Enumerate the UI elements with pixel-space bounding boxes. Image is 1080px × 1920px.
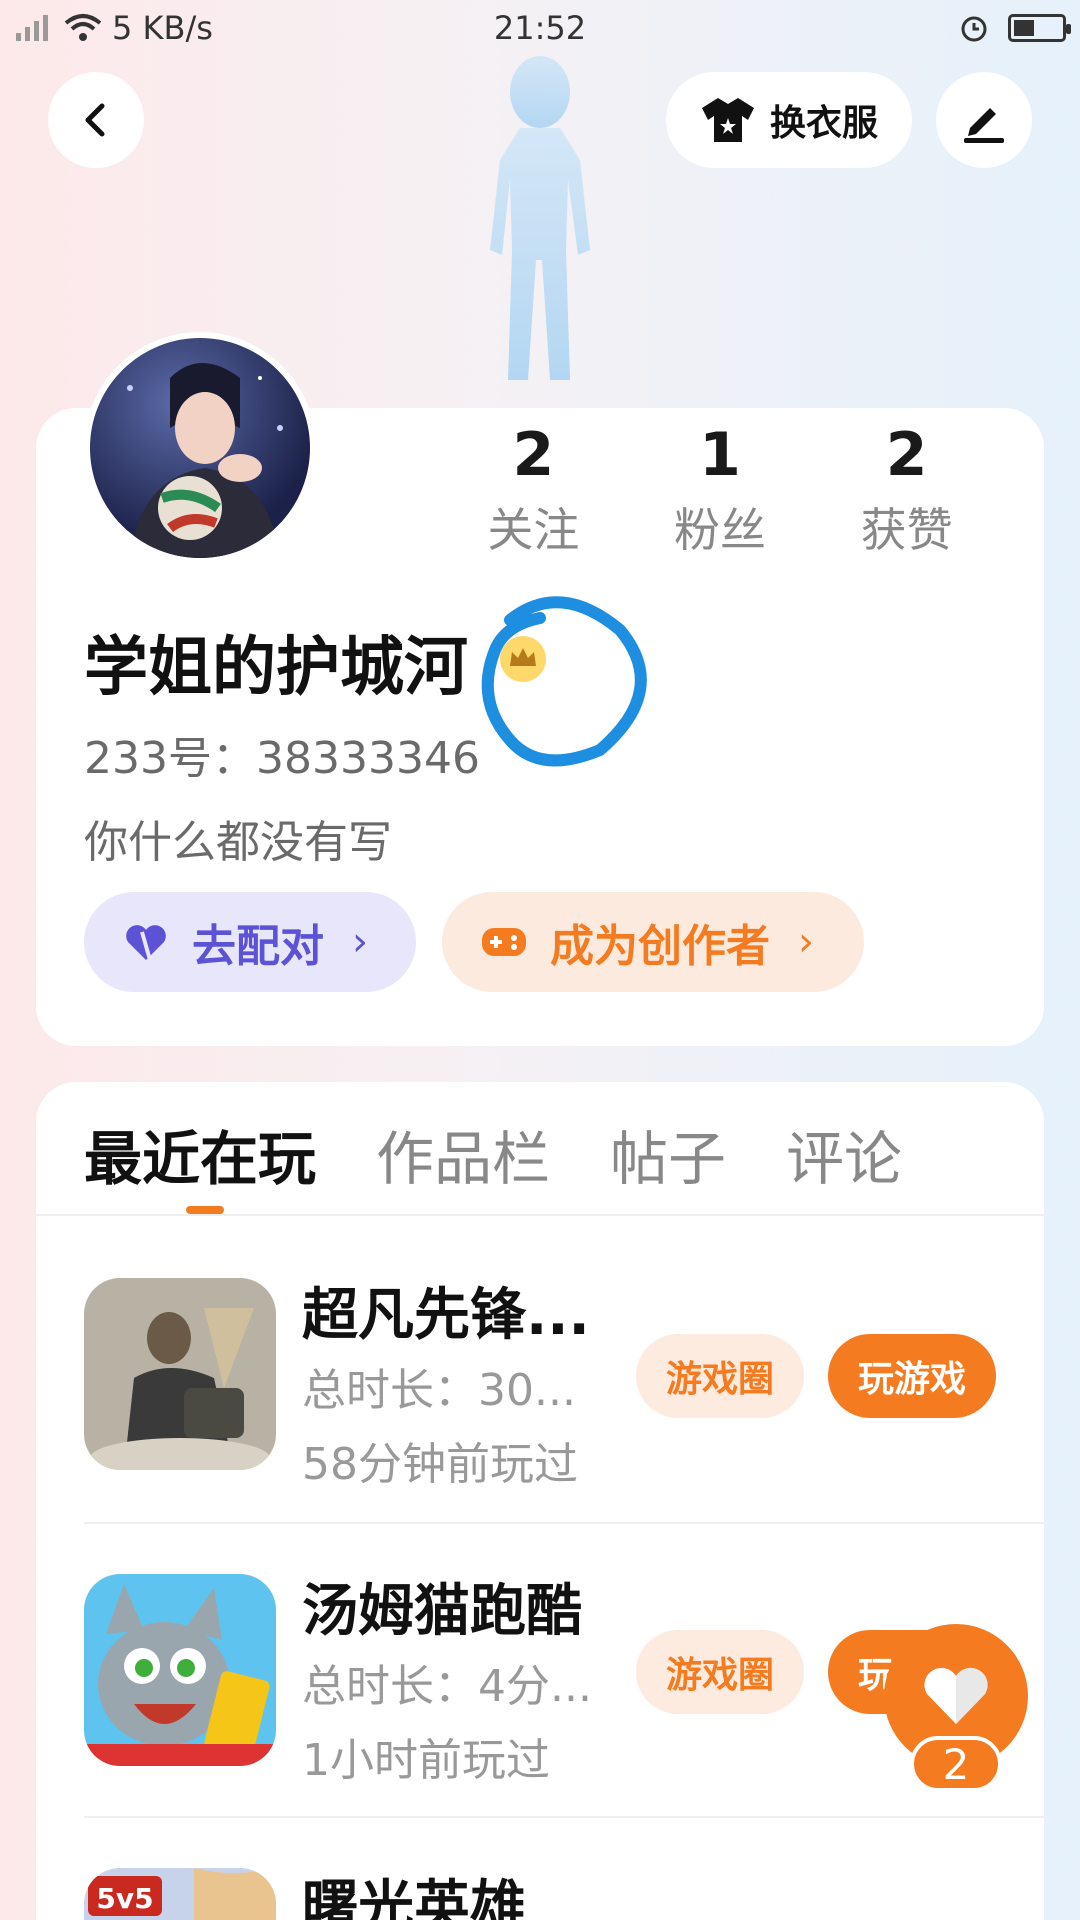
pen-icon bbox=[964, 108, 1004, 143]
stat-label: 获赞 bbox=[860, 503, 953, 557]
stat-followers[interactable]: 1 粉丝 bbox=[627, 418, 814, 560]
divider bbox=[84, 1816, 1044, 1818]
creator-label: 成为创作者 bbox=[550, 921, 770, 972]
game-duration: 总时长：30... bbox=[302, 1365, 576, 1416]
tab-comments[interactable]: 评论 bbox=[786, 1112, 902, 1196]
chevron-left-icon bbox=[85, 103, 105, 137]
crown-badge-icon[interactable] bbox=[500, 636, 546, 682]
match-button[interactable]: 去配对 › bbox=[84, 892, 416, 992]
avatar[interactable] bbox=[84, 332, 316, 564]
tshirt-icon bbox=[701, 98, 754, 142]
alarm-icon bbox=[961, 16, 987, 42]
game-artwork bbox=[84, 1278, 276, 1470]
heart-match-icon bbox=[126, 925, 166, 961]
change-outfit-label: 换衣服 bbox=[769, 103, 878, 144]
game-icon bbox=[84, 1574, 276, 1766]
divider bbox=[36, 1214, 1044, 1216]
stat-value: 1 bbox=[699, 420, 741, 490]
tab-recently-played[interactable]: 最近在玩 bbox=[84, 1112, 316, 1196]
game-artwork: 5v5 bbox=[84, 1868, 276, 1920]
game-circle-button[interactable]: 游戏圈 bbox=[636, 1334, 804, 1418]
status-bar: 5 KB/s 21:52 bbox=[0, 0, 1080, 56]
game-icon bbox=[84, 1278, 276, 1470]
game-last-played: 1小时前玩过 bbox=[302, 1735, 550, 1786]
network-speed: 5 KB/s bbox=[112, 9, 213, 47]
tab-posts[interactable]: 帖子 bbox=[610, 1112, 726, 1196]
change-outfit-button[interactable]: 换衣服 bbox=[666, 72, 912, 168]
avatar-illustration bbox=[127, 363, 283, 558]
game-row[interactable]: 超凡先锋... 总时长：30... 58分钟前玩过 游戏圈 玩游戏 bbox=[84, 1278, 1044, 1518]
game-icon-badge: 5v5 bbox=[96, 1882, 153, 1915]
play-game-button[interactable]: 玩游戏 bbox=[828, 1334, 996, 1418]
battery-icon bbox=[1008, 14, 1071, 42]
crown-icon bbox=[510, 648, 536, 666]
match-label: 去配对 bbox=[192, 921, 324, 972]
game-circle-button[interactable]: 游戏圈 bbox=[636, 1630, 804, 1714]
game-icon: 5v5 bbox=[84, 1868, 276, 1920]
username: 学姐的护城河 bbox=[84, 631, 468, 705]
profile-stats: 2 关注 1 粉丝 2 获赞 bbox=[440, 418, 1000, 560]
become-creator-button[interactable]: 成为创作者 › bbox=[442, 892, 864, 992]
tab-works[interactable]: 作品栏 bbox=[376, 1112, 550, 1196]
game-last-played: 58分钟前玩过 bbox=[302, 1439, 578, 1490]
edit-profile-button[interactable] bbox=[936, 72, 1032, 168]
stat-following[interactable]: 2 关注 bbox=[440, 418, 627, 560]
stat-label: 粉丝 bbox=[674, 503, 766, 557]
stat-label: 关注 bbox=[487, 503, 580, 557]
character-avatar-hologram[interactable] bbox=[430, 50, 650, 410]
stat-value: 2 bbox=[885, 420, 928, 490]
like-count-badge: 2 bbox=[910, 1736, 1002, 1792]
game-artwork bbox=[84, 1574, 276, 1766]
stat-likes[interactable]: 2 获赞 bbox=[813, 418, 1000, 560]
game-title: 汤姆猫跑酷 bbox=[302, 1579, 582, 1644]
signal-icon bbox=[16, 15, 48, 41]
game-row[interactable]: 5v5 曙光英雄 bbox=[84, 1868, 1044, 1920]
game-duration: 总时长：4分... bbox=[302, 1661, 592, 1712]
gamepad-icon bbox=[482, 928, 526, 956]
chevron-right-icon: › bbox=[352, 919, 368, 965]
back-button[interactable] bbox=[48, 72, 144, 168]
chevron-right-icon: › bbox=[798, 919, 814, 965]
bio: 你什么都没有写 bbox=[84, 817, 392, 868]
profile-tabs: 最近在玩 作品栏 帖子 评论 bbox=[84, 1112, 902, 1196]
wifi-icon bbox=[64, 14, 102, 41]
stat-value: 2 bbox=[512, 420, 555, 490]
divider bbox=[84, 1522, 1044, 1524]
heart-icon bbox=[924, 1667, 988, 1724]
game-title: 曙光英雄 bbox=[302, 1875, 526, 1920]
active-tab-indicator bbox=[186, 1206, 224, 1214]
game-title: 超凡先锋... bbox=[302, 1283, 590, 1348]
user-id: 233号：38333346 bbox=[84, 733, 480, 784]
clock: 21:52 bbox=[493, 9, 587, 47]
